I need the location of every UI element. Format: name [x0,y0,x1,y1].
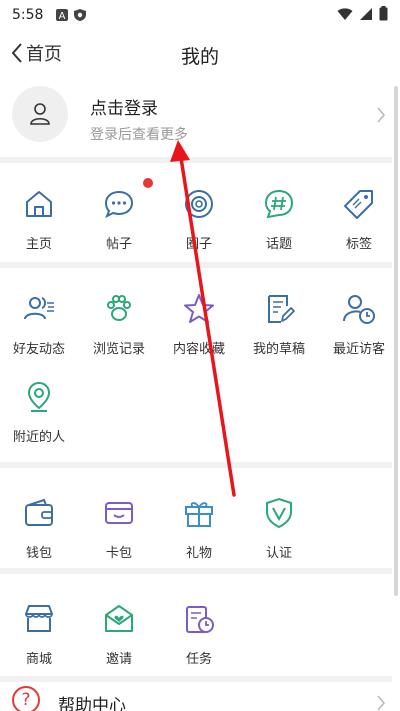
tag-icon [344,190,373,219]
grid-item-label: 圈子 [185,237,212,252]
grid-item-label: 任务 [185,652,212,667]
grid-item-label: 我的草稿 [252,342,305,357]
grid-item-store[interactable]: 商城 [0,590,78,674]
grid-item-verify[interactable]: 认证 [240,484,318,568]
friends-icon [24,297,54,320]
svg-text:A: A [59,11,66,22]
user-icon [30,103,50,125]
grid-item-label: 标签 [345,237,372,252]
help-question-icon: ? [12,686,40,711]
location-pin-icon [27,381,51,412]
help-center-label: 帮助中心 [58,696,126,711]
grid-item-history[interactable]: 浏览记录 [80,280,158,364]
grid-item-label: 商城 [25,652,52,667]
grid-item-label: 认证 [265,546,292,561]
grid-section-2: 好友动态 浏览记录 内容收藏 我的草稿 最近访客 附近的人 [0,270,392,460]
shield-v-icon [266,497,292,529]
grid-section-1: 主页 帖子 圈子 话题 标签 [0,165,392,261]
section-divider [0,462,392,468]
grid-item-circles[interactable]: 圈子 [160,175,238,259]
grid-section-3: 钱包 卡包 礼物 认证 [0,470,392,566]
grid-item-label: 邀请 [105,652,132,667]
grid-item-visitors[interactable]: 最近访客 [320,280,398,364]
grid-item-label: 最近访客 [332,342,385,357]
status-bar: 5:58 A [0,0,400,30]
login-title[interactable]: 点击登录 [90,94,158,119]
chevron-right-icon [377,107,386,123]
grid-item-label: 钱包 [25,546,52,561]
grid-item-home[interactable]: 主页 [0,175,78,259]
scrollbar[interactable] [394,86,398,596]
chat-bubble-icon [104,190,134,219]
section-divider [0,568,392,574]
section-divider [0,157,392,163]
grid-item-friend-feed[interactable]: 好友动态 [0,280,78,364]
grid-item-label: 礼物 [185,546,212,561]
page-title: 我的 [180,46,219,68]
home-icon [26,191,52,217]
grid-item-drafts[interactable]: 我的草稿 [240,280,318,364]
chevron-right-icon [377,695,386,711]
paw-icon [107,295,131,321]
hashtag-icon [264,189,294,219]
grid-item-label: 浏览记录 [92,342,145,357]
wifi-icon [337,7,353,20]
grid-item-label: 话题 [265,237,292,252]
grid-item-card[interactable]: 卡包 [80,484,158,568]
help-center-row[interactable]: ? 帮助中心 [0,682,392,711]
store-icon [25,605,53,632]
section-divider [0,262,392,268]
circle-icon [185,190,213,218]
wallet-icon [25,498,53,526]
invite-mail-icon [105,605,133,632]
unread-badge [143,178,153,188]
battery-icon [379,6,388,21]
grid-item-label: 卡包 [105,546,132,561]
card-icon [105,502,133,524]
gift-icon [185,502,213,527]
grid-item-tags[interactable]: 标签 [320,175,398,259]
task-icon [186,606,214,633]
grid-item-wallet[interactable]: 钱包 [0,484,78,568]
grid-item-label: 好友动态 [12,342,65,357]
avatar[interactable] [12,86,68,142]
grid-item-favorites[interactable]: 内容收藏 [160,280,238,364]
signal-icon [360,7,372,20]
grid-item-tasks[interactable]: 任务 [160,590,238,674]
status-time: 5:58 [12,7,44,23]
visitor-clock-icon [343,295,375,324]
login-card[interactable]: 点击登录 登录后查看更多 [0,82,392,156]
grid-item-gift[interactable]: 礼物 [160,484,238,568]
notification-a-icon: A [56,9,69,22]
shield-notification-icon [74,9,87,21]
grid-item-nearby[interactable]: 附近的人 [0,368,78,452]
grid-item-label: 内容收藏 [172,342,225,357]
grid-item-label: 帖子 [105,237,132,252]
grid-item-topics[interactable]: 话题 [240,175,318,259]
grid-item-invite[interactable]: 邀请 [80,590,158,674]
grid-item-label: 主页 [25,237,52,252]
top-nav: 首页 我的 [0,34,400,74]
grid-item-label: 附近的人 [12,430,65,445]
grid-section-4: 商城 邀请 任务 [0,576,392,676]
star-icon [184,294,214,323]
login-subtitle: 登录后查看更多 [90,127,188,143]
draft-icon [268,295,295,323]
